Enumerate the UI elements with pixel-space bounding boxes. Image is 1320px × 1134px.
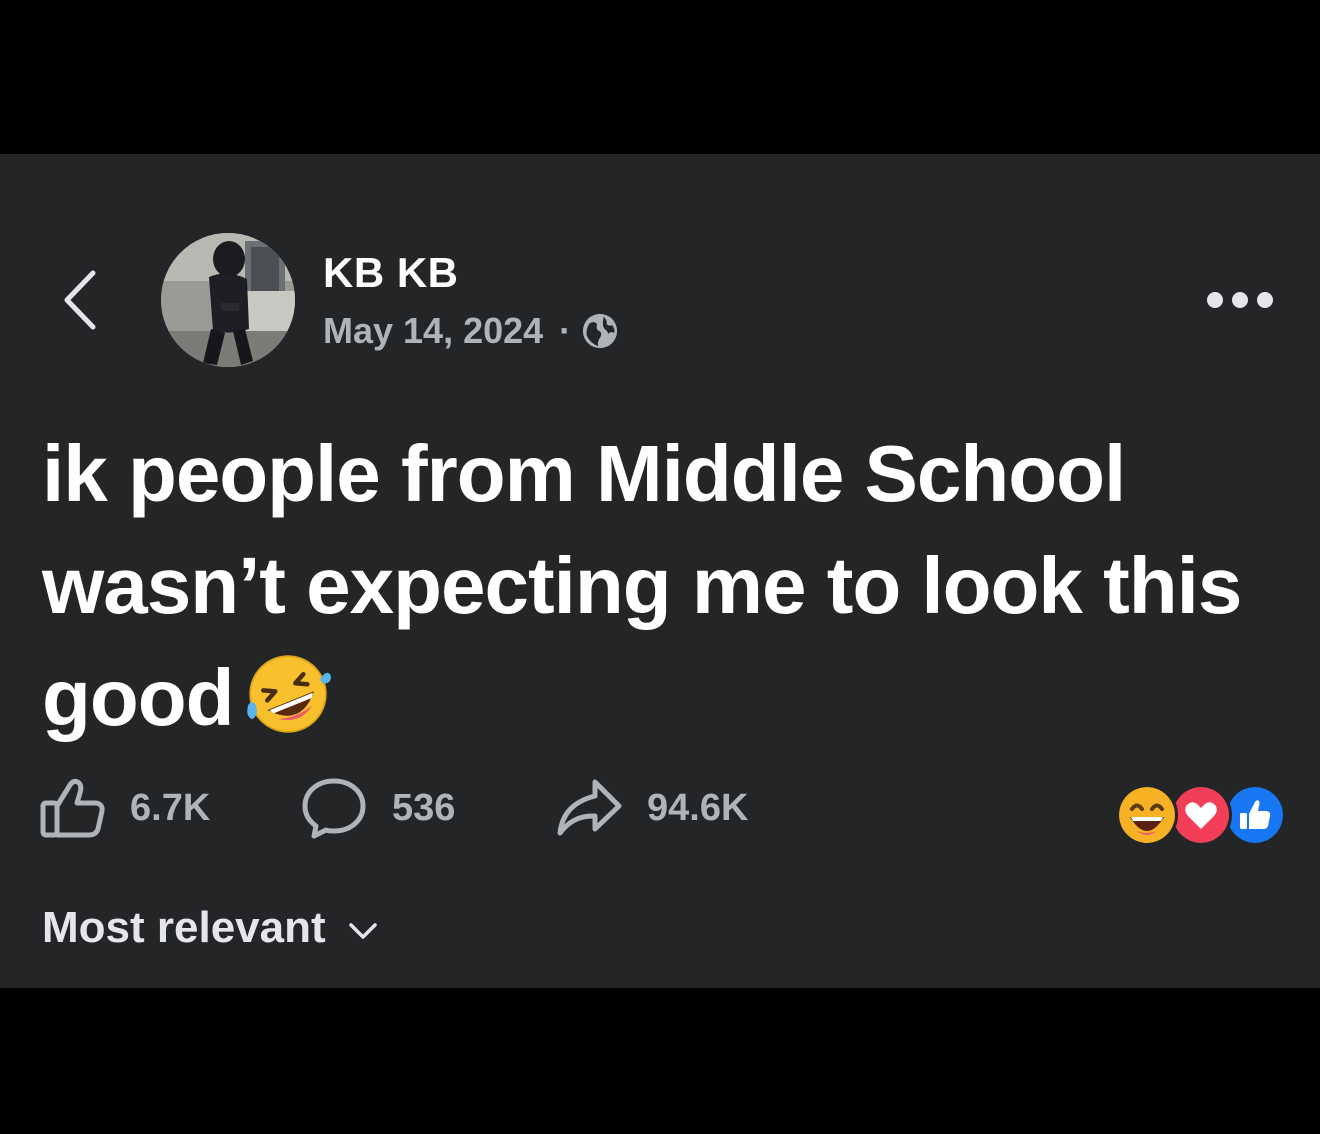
like-count: 6.7K bbox=[130, 786, 211, 829]
avatar-photo bbox=[161, 233, 295, 367]
more-horizontal-icon bbox=[1207, 292, 1273, 308]
post-body-text: ik people from Middle School wasn’t expe… bbox=[42, 429, 1242, 742]
post-actions: 6.7K 536 94.6K bbox=[40, 776, 748, 840]
share-button[interactable]: 94.6K bbox=[555, 777, 748, 839]
comment-sort-label: Most relevant bbox=[42, 903, 326, 952]
screen: KB KB May 14, 2024 · ik people from Midd… bbox=[0, 0, 1320, 1134]
avatar[interactable] bbox=[161, 233, 295, 367]
like-reaction-icon bbox=[1224, 784, 1286, 846]
chevron-left-icon bbox=[64, 270, 96, 330]
thumbs-up-icon bbox=[40, 778, 105, 838]
love-reaction-icon bbox=[1170, 784, 1232, 846]
meta-separator: · bbox=[559, 310, 572, 351]
like-button[interactable]: 6.7K bbox=[40, 777, 300, 839]
back-button[interactable] bbox=[52, 262, 108, 338]
comment-button[interactable]: 536 bbox=[300, 777, 555, 839]
rolling-on-the-floor-laughing-emoji-icon bbox=[247, 655, 332, 733]
more-options-button[interactable] bbox=[1200, 280, 1280, 320]
comment-count: 536 bbox=[392, 786, 456, 829]
chevron-down-icon bbox=[348, 923, 377, 939]
share-arrow-icon bbox=[557, 779, 622, 836]
share-count: 94.6K bbox=[647, 786, 749, 829]
post-body: ik people from Middle School wasn’t expe… bbox=[42, 418, 1292, 754]
reactions-summary[interactable] bbox=[1116, 784, 1286, 846]
post-date[interactable]: May 14, 2024 bbox=[323, 310, 543, 352]
author-name[interactable]: KB KB bbox=[323, 247, 459, 299]
post-meta: May 14, 2024 · bbox=[323, 308, 619, 354]
haha-reaction-icon bbox=[1116, 784, 1178, 846]
globe-icon bbox=[583, 313, 618, 349]
comment-bubble-icon bbox=[302, 778, 366, 839]
comment-sort-dropdown[interactable]: Most relevant bbox=[42, 898, 378, 958]
